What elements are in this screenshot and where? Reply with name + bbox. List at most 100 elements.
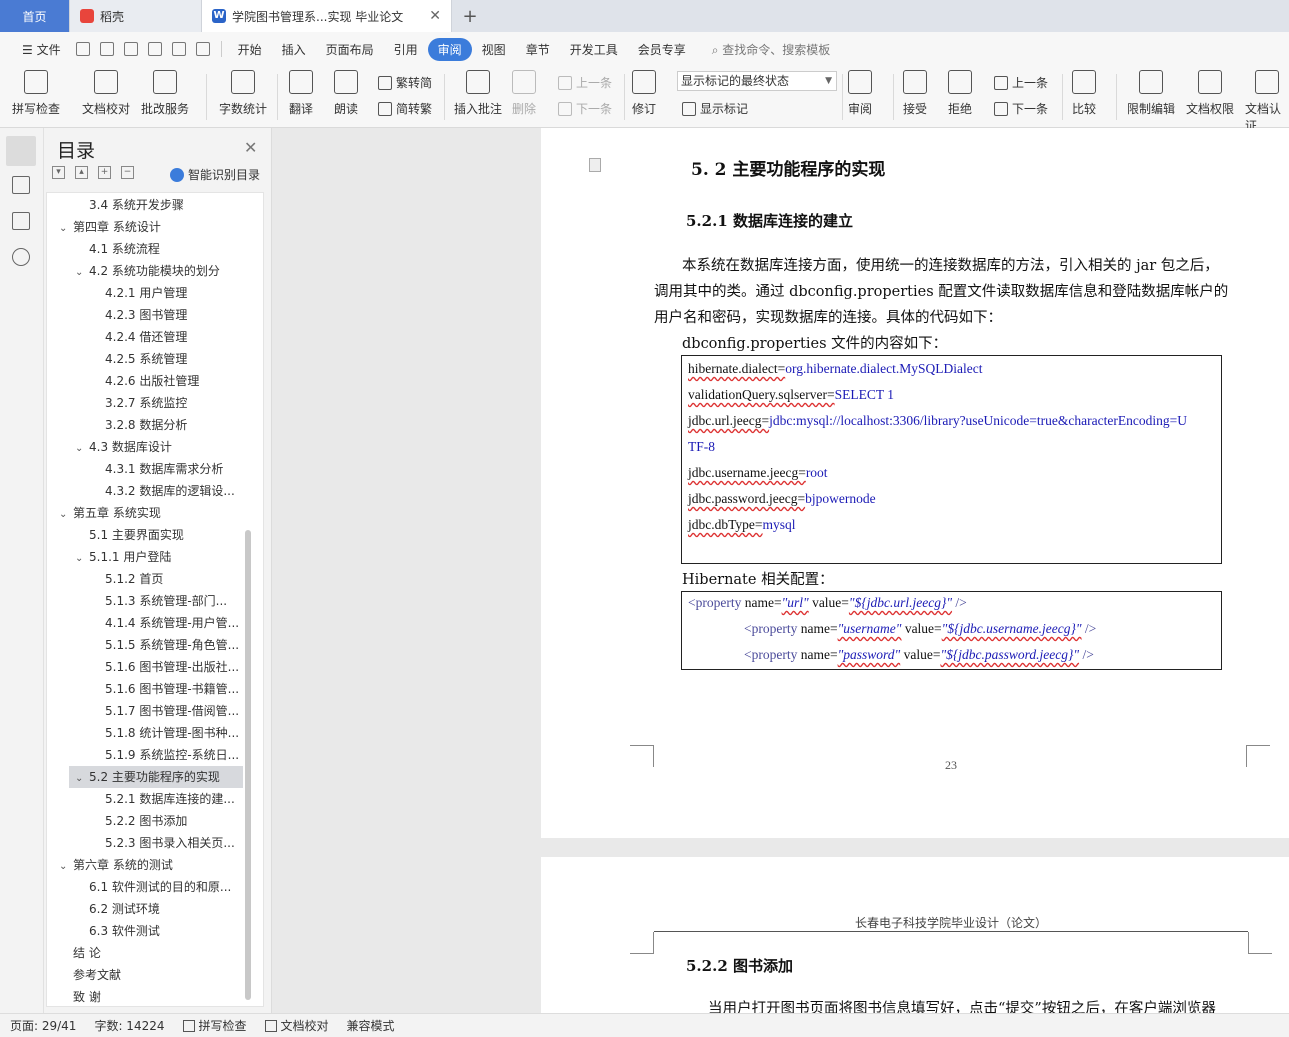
- expand-all-icon[interactable]: ▴: [75, 166, 88, 179]
- toc-item[interactable]: 5.1.6 图书管理-出版社...: [47, 656, 243, 678]
- menu-section[interactable]: 章节: [516, 41, 560, 58]
- toc-item[interactable]: 5.1 主要界面实现: [47, 524, 243, 546]
- toc-item[interactable]: ⌄ 5.2 主要功能程序的实现: [69, 766, 243, 788]
- reject-button[interactable]: 拒绝: [948, 70, 972, 117]
- menu-reference[interactable]: 引用: [384, 41, 428, 58]
- show-markup-button[interactable]: 显示标记: [682, 100, 748, 117]
- toc-item[interactable]: 4.2.5 系统管理: [47, 348, 243, 370]
- toc-item[interactable]: 3.2.7 系统监控: [47, 392, 243, 414]
- tab-docer[interactable]: 稻壳: [70, 0, 202, 32]
- toc-item[interactable]: 4.2.4 借还管理: [47, 326, 243, 348]
- collapse-all-icon[interactable]: ▾: [52, 166, 65, 179]
- read-aloud-button[interactable]: 朗读: [334, 70, 358, 117]
- insert-comment-button[interactable]: 插入批注: [454, 70, 502, 117]
- remove-heading-icon[interactable]: −: [121, 166, 134, 179]
- toc-item[interactable]: 4.2.1 用户管理: [47, 282, 243, 304]
- toc-item[interactable]: 5.1.5 系统管理-角色管...: [47, 634, 243, 656]
- accept-button[interactable]: 接受: [903, 70, 927, 117]
- preview-icon[interactable]: [147, 42, 162, 56]
- compare-button[interactable]: 比较: [1072, 70, 1096, 117]
- toc-item[interactable]: 5.1.2 首页: [47, 568, 243, 590]
- toc-item[interactable]: 参考文献: [47, 964, 243, 986]
- new-tab-button[interactable]: +: [452, 0, 488, 32]
- toc-item[interactable]: 结 论: [47, 942, 243, 964]
- toc-item[interactable]: ⌄ 4.3 数据库设计: [47, 436, 243, 458]
- print-icon[interactable]: [123, 42, 138, 56]
- toc-item[interactable]: 5.2.2 图书添加: [47, 810, 243, 832]
- doc-proof-button[interactable]: 文档校对: [82, 70, 130, 117]
- toc-item[interactable]: 5.1.8 统计管理-图书种...: [47, 722, 243, 744]
- toc-item[interactable]: 4.3.2 数据库的逻辑设...: [47, 480, 243, 502]
- tab-document[interactable]: W 学院图书管理系...实现 毕业论文 ✕: [202, 0, 452, 32]
- page-icon[interactable]: [589, 158, 601, 172]
- toc-item[interactable]: 5.1.6 图书管理-书籍管...: [47, 678, 243, 700]
- chevron-down-icon[interactable]: ⌄: [75, 548, 89, 568]
- chevron-down-icon[interactable]: ⌄: [75, 768, 89, 788]
- review-pane-button[interactable]: 审阅: [848, 70, 872, 117]
- toc-item[interactable]: 6.1 软件测试的目的和原...: [47, 876, 243, 898]
- page-indicator[interactable]: 页面: 29/41: [10, 1017, 76, 1034]
- toc-item[interactable]: 5.1.9 系统监控-系统日...: [47, 744, 243, 766]
- doc-permission-button[interactable]: 文档权限: [1186, 70, 1234, 117]
- file-menu[interactable]: ☰ 文件: [12, 41, 71, 58]
- add-heading-icon[interactable]: +: [98, 166, 111, 179]
- toc-item[interactable]: 3.2.8 数据分析: [47, 414, 243, 436]
- chapter-nav-icon[interactable]: [12, 176, 30, 194]
- menu-view[interactable]: 视图: [472, 41, 516, 58]
- status-doc-proof[interactable]: 文档校对: [264, 1017, 329, 1034]
- toc-item[interactable]: 4.3.1 数据库需求分析: [47, 458, 243, 480]
- status-spell-check[interactable]: 拼写检查: [182, 1017, 247, 1034]
- toc-item[interactable]: 5.1.7 图书管理-借阅管...: [47, 700, 243, 722]
- chevron-down-icon[interactable]: ⌄: [59, 218, 73, 238]
- menu-member[interactable]: 会员专享: [628, 41, 696, 58]
- menu-layout[interactable]: 页面布局: [316, 41, 384, 58]
- delete-comment-button[interactable]: 删除: [512, 70, 536, 117]
- menu-start[interactable]: 开始: [228, 41, 272, 58]
- next-comment-button[interactable]: 下一条: [558, 100, 612, 117]
- toc-item[interactable]: 5.1.3 系统管理-部门...: [47, 590, 243, 612]
- doc-cert-button[interactable]: 文档认证: [1245, 70, 1289, 134]
- save-icon[interactable]: [75, 42, 90, 56]
- export-icon[interactable]: [99, 42, 114, 56]
- toc-item[interactable]: ⌄ 第六章 系统的测试: [47, 854, 243, 876]
- toc-scrollbar[interactable]: [245, 530, 251, 1000]
- chevron-down-icon[interactable]: ⌄: [75, 438, 89, 458]
- toc-item[interactable]: ⌄ 4.2 系统功能模块的划分: [47, 260, 243, 282]
- toc-item[interactable]: ⌄ 第五章 系统实现: [47, 502, 243, 524]
- toc-item[interactable]: 6.2 测试环境: [47, 898, 243, 920]
- redo-icon[interactable]: [195, 42, 210, 56]
- tab-home[interactable]: 首页: [0, 0, 70, 32]
- chevron-down-icon[interactable]: ⌄: [59, 856, 73, 876]
- toc-item[interactable]: ⌄ 5.1.1 用户登陆: [47, 546, 243, 568]
- chevron-down-icon[interactable]: ⌄: [75, 262, 89, 282]
- close-icon[interactable]: ✕: [429, 8, 441, 24]
- toc-item[interactable]: 4.1.4 系统管理-用户管...: [47, 612, 243, 634]
- menu-review[interactable]: 审阅: [427, 37, 472, 61]
- toc-item[interactable]: ⌄ 第四章 系统设计: [47, 216, 243, 238]
- command-search[interactable]: ⌕ 查找命令、搜索模板: [702, 41, 841, 58]
- revise-button[interactable]: 修订: [632, 70, 656, 117]
- toc-item[interactable]: 5.2.3 图书录入相关页...: [47, 832, 243, 854]
- menu-devtools[interactable]: 开发工具: [560, 41, 628, 58]
- chevron-down-icon[interactable]: ⌄: [59, 504, 73, 524]
- translate-button[interactable]: 翻译: [289, 70, 313, 117]
- next-change-button[interactable]: 下一条: [994, 100, 1048, 117]
- word-count-button[interactable]: 字数统计: [219, 70, 267, 117]
- word-count[interactable]: 字数: 14224: [94, 1017, 164, 1034]
- toc-item[interactable]: 6.3 软件测试: [47, 920, 243, 942]
- close-icon[interactable]: ✕: [244, 138, 257, 157]
- toc-item[interactable]: 4.1 系统流程: [47, 238, 243, 260]
- trad-to-simp-button[interactable]: 繁转简: [378, 74, 432, 91]
- batch-service-button[interactable]: 批改服务: [141, 70, 189, 117]
- toc-item[interactable]: 4.2.3 图书管理: [47, 304, 243, 326]
- menu-insert[interactable]: 插入: [272, 41, 316, 58]
- toc-item[interactable]: 5.2.1 数据库连接的建...: [47, 788, 243, 810]
- undo-icon[interactable]: [171, 42, 186, 56]
- smart-toc-button[interactable]: 智能识别目录: [170, 166, 260, 183]
- prev-change-button[interactable]: 上一条: [994, 74, 1048, 91]
- toc-icon[interactable]: [6, 136, 36, 166]
- bookmark-icon[interactable]: [12, 212, 30, 230]
- markup-state-select[interactable]: 显示标记的最终状态 ▼: [677, 71, 837, 91]
- restrict-edit-button[interactable]: 限制编辑: [1127, 70, 1175, 117]
- search-icon[interactable]: [12, 248, 30, 266]
